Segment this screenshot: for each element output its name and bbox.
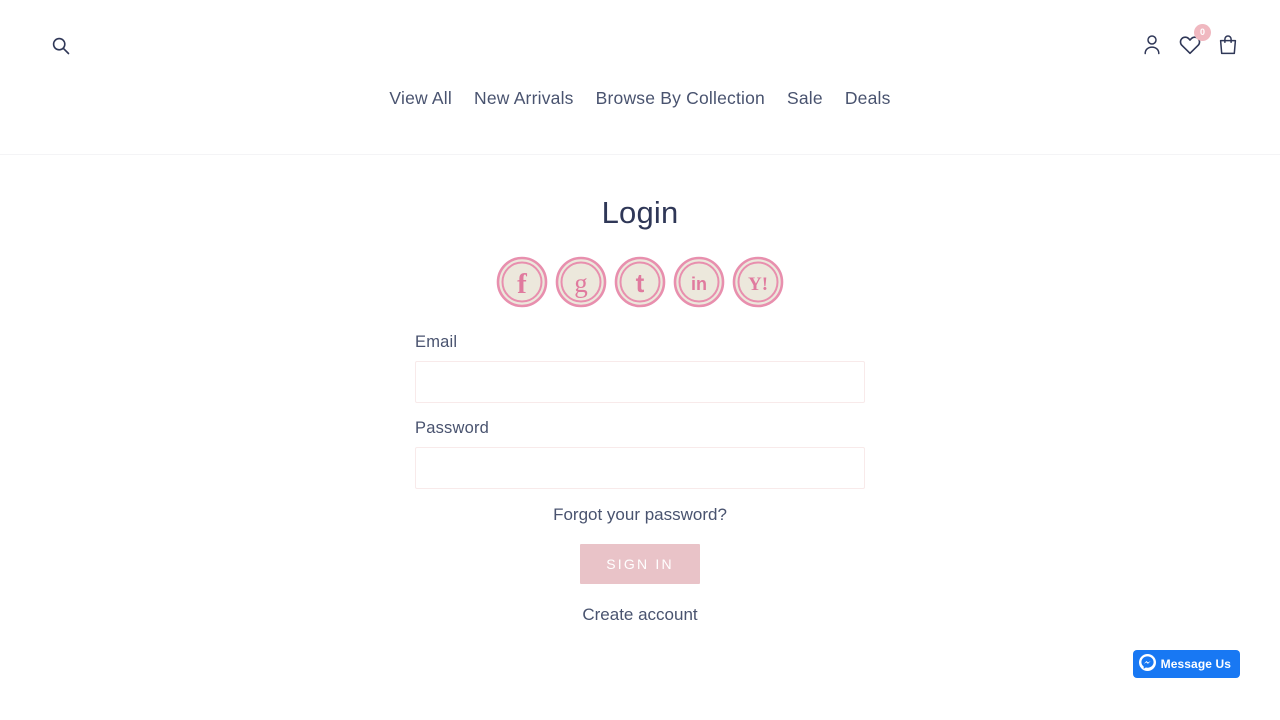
password-input[interactable] bbox=[415, 447, 865, 489]
page-title: Login bbox=[601, 195, 679, 230]
search-icon bbox=[51, 36, 71, 59]
search-button[interactable] bbox=[46, 32, 76, 62]
messenger-icon bbox=[1138, 654, 1156, 674]
cart-icon bbox=[1218, 34, 1238, 58]
google-icon: g bbox=[554, 255, 608, 312]
forgot-password-link[interactable]: Forgot your password? bbox=[415, 505, 865, 525]
nav-item-browse-by-collection[interactable]: Browse By Collection bbox=[596, 88, 765, 109]
yahoo-icon: Y! bbox=[731, 255, 785, 312]
wishlist-button[interactable]: 0 bbox=[1178, 24, 1211, 60]
linkedin-login-button[interactable]: in bbox=[671, 255, 727, 311]
facebook-login-button[interactable]: f bbox=[494, 255, 550, 311]
svg-text:g: g bbox=[574, 268, 588, 298]
messenger-label: Message Us bbox=[1160, 657, 1231, 671]
sign-in-button[interactable]: SIGN IN bbox=[580, 544, 700, 584]
account-icon bbox=[1143, 34, 1161, 58]
twitter-icon: t bbox=[613, 255, 667, 312]
password-field-block: Password bbox=[415, 419, 865, 489]
wishlist-count-badge: 0 bbox=[1194, 24, 1211, 41]
site-header: 0 View All New Arrivals Browse By Collec… bbox=[0, 0, 1280, 155]
login-page: Login f g t in Y! Email Password Forgot … bbox=[0, 155, 1280, 625]
facebook-icon: f bbox=[495, 255, 549, 312]
yahoo-login-button[interactable]: Y! bbox=[730, 255, 786, 311]
nav-item-sale[interactable]: Sale bbox=[787, 88, 823, 109]
social-login-row: f g t in Y! bbox=[0, 255, 1280, 311]
nav-item-view-all[interactable]: View All bbox=[389, 88, 452, 109]
login-form: Email Password Forgot your password? SIG… bbox=[415, 311, 865, 625]
cart-button[interactable] bbox=[1216, 32, 1240, 60]
create-account-link[interactable]: Create account bbox=[415, 605, 865, 625]
svg-text:f: f bbox=[517, 268, 527, 300]
twitter-login-button[interactable]: t bbox=[612, 255, 668, 311]
email-label: Email bbox=[415, 333, 458, 351]
email-field-block: Email bbox=[415, 333, 865, 403]
account-button[interactable] bbox=[1140, 32, 1164, 60]
nav-item-new-arrivals[interactable]: New Arrivals bbox=[474, 88, 574, 109]
google-login-button[interactable]: g bbox=[553, 255, 609, 311]
linkedin-icon: in bbox=[672, 255, 726, 312]
signin-button-row: SIGN IN bbox=[415, 544, 865, 584]
messenger-chat-button[interactable]: Message Us bbox=[1132, 650, 1240, 678]
email-input[interactable] bbox=[415, 361, 865, 403]
main-navigation: View All New Arrivals Browse By Collecti… bbox=[0, 88, 1280, 109]
svg-text:Y!: Y! bbox=[748, 274, 768, 295]
password-label: Password bbox=[415, 419, 490, 437]
header-icon-group: 0 bbox=[1140, 24, 1240, 60]
svg-text:in: in bbox=[691, 274, 707, 294]
header-top-bar: 0 bbox=[0, 0, 1280, 96]
nav-item-deals[interactable]: Deals bbox=[845, 88, 891, 109]
svg-text:t: t bbox=[636, 268, 645, 298]
